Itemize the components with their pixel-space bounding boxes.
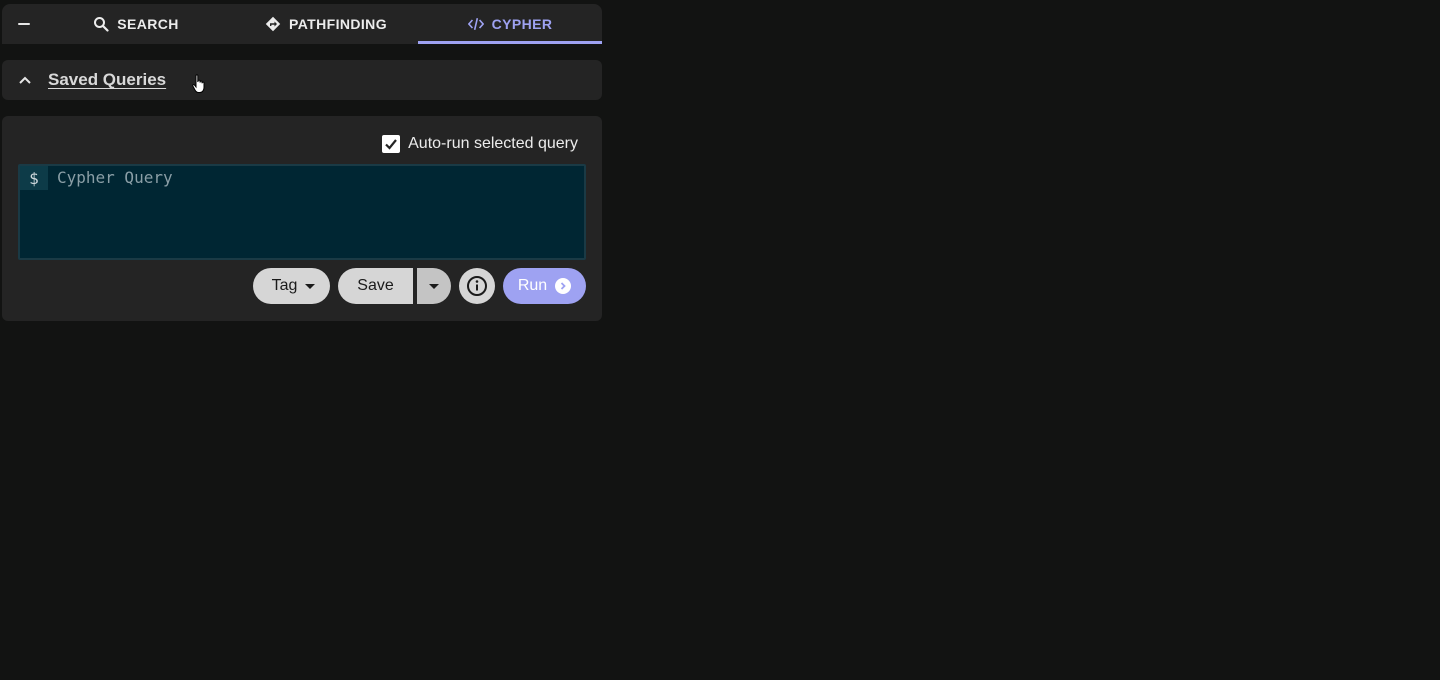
tab-search-label: SEARCH [117,16,179,32]
query-placeholder: Cypher Query [57,168,173,187]
save-button[interactable]: Save [338,268,413,304]
saved-queries-title[interactable]: Saved Queries [48,70,166,90]
saved-queries-accordion[interactable]: Saved Queries [2,60,602,100]
hand-cursor-icon [192,74,206,94]
tag-button-label: Tag [271,277,298,294]
info-button[interactable] [459,268,495,304]
query-actions: Tag Save Run [253,268,586,304]
tag-button[interactable]: Tag [253,268,330,304]
autorun-toggle[interactable]: Auto-run selected query [382,135,578,153]
tab-pathfinding-label: PATHFINDING [289,16,387,32]
save-options-button[interactable] [417,268,451,304]
cypher-panel: Auto-run selected query $ Cypher Query T… [2,116,602,321]
check-icon [385,139,397,150]
tab-cypher-label: CYPHER [491,16,553,32]
minus-icon [18,23,30,25]
info-icon [467,276,487,296]
autorun-checkbox[interactable] [382,135,401,153]
cypher-query-editor[interactable]: $ Cypher Query [18,164,586,260]
tab-cypher[interactable]: CYPHER [418,4,602,44]
caret-down-icon [305,283,316,289]
chevron-up-icon [18,73,32,87]
run-button-label: Run [517,277,548,294]
caret-down-icon [429,283,439,289]
code-icon [467,16,484,32]
collapse-button[interactable] [2,4,46,44]
run-button[interactable]: Run [503,268,586,304]
tab-bar: SEARCH PATHFINDING CYPHER [2,4,602,44]
save-button-label: Save [357,277,394,294]
chevron-right-circle-icon [555,278,572,294]
tab-pathfinding[interactable]: PATHFINDING [234,4,418,44]
autorun-label: Auto-run selected query [408,135,578,152]
directions-icon [265,16,281,32]
search-icon [93,16,109,32]
tab-search[interactable]: SEARCH [46,4,234,44]
prompt-symbol: $ [20,166,48,190]
save-button-group: Save [338,268,451,304]
